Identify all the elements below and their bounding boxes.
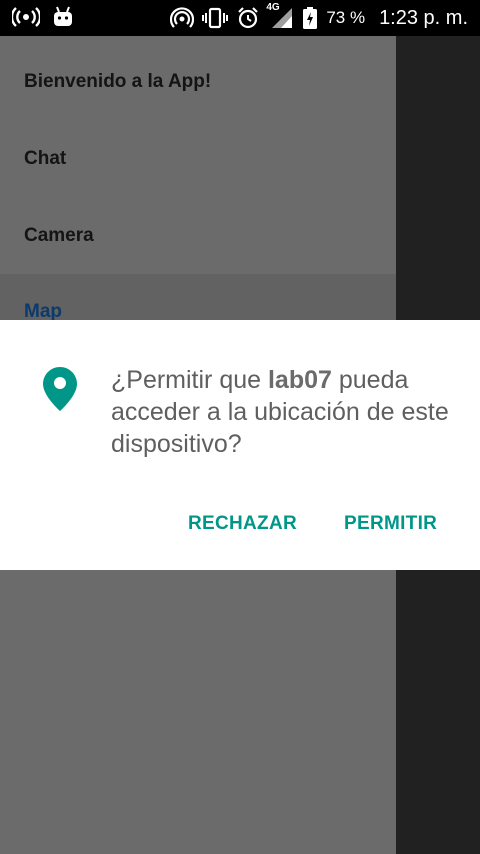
permission-message: ¿Permitir que lab07 pueda acceder a la u…: [111, 364, 451, 460]
allow-button[interactable]: PERMITIR: [344, 507, 437, 541]
location-pin-icon: [42, 366, 78, 417]
drawer-item-welcome[interactable]: Bienvenido a la App!: [0, 44, 396, 120]
vibrate-icon: [202, 6, 229, 30]
clock: 1:23 p. m.: [379, 6, 468, 29]
android-icon: [52, 6, 74, 28]
status-bar: 4G 73 % 1:23 p. m.: [0, 0, 480, 36]
drawer-item-chat[interactable]: Chat: [0, 121, 396, 197]
hotspot-icon: [12, 6, 40, 28]
wifi-calling-icon: [170, 6, 195, 30]
battery-charging-icon: [302, 6, 318, 30]
signal-4g-icon: 4G: [266, 2, 294, 30]
alarm-icon: [236, 6, 260, 30]
message-prefix: ¿Permitir que: [111, 366, 268, 394]
deny-button[interactable]: RECHAZAR: [188, 507, 297, 541]
app-name: lab07: [267, 366, 332, 394]
network-type-label: 4G: [266, 2, 280, 13]
drawer-item-camera[interactable]: Camera: [0, 198, 396, 274]
battery-percent: 73 %: [326, 8, 366, 27]
